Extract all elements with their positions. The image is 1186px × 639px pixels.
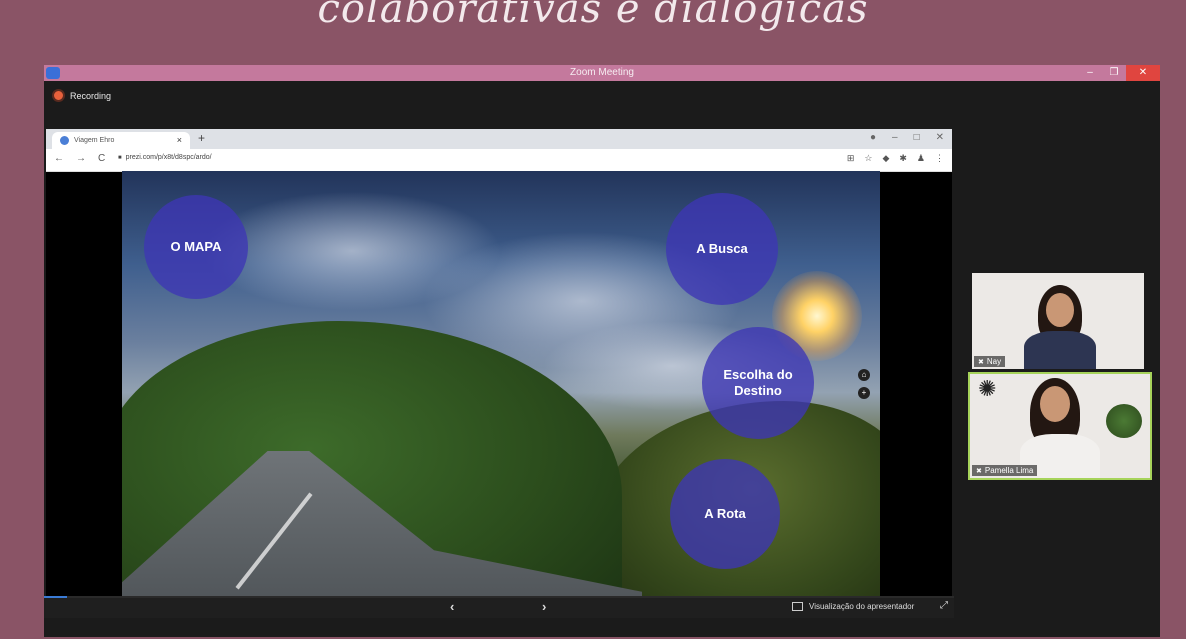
topic-bubble-destino[interactable]: Escolha do Destino bbox=[702, 327, 814, 439]
shared-screen-browser: Viagem Ehro × + ● – □ ✕ ← → C ■ prezi.co… bbox=[46, 129, 952, 599]
monitor-icon bbox=[792, 602, 803, 611]
zoom-window-title: Zoom Meeting bbox=[570, 67, 634, 78]
presentation-progress-fill bbox=[44, 596, 67, 598]
extensions-puzzle-icon[interactable]: ✱ bbox=[899, 153, 907, 164]
close-button[interactable]: ✕ bbox=[1126, 65, 1160, 81]
participant-name: Nay bbox=[986, 357, 1002, 366]
participant-name-label: ✖ Nay bbox=[974, 356, 1006, 367]
plant bbox=[1106, 404, 1142, 438]
profile-avatar-icon[interactable]: ♟ bbox=[917, 153, 925, 164]
prezi-favicon-icon bbox=[60, 136, 69, 145]
prezi-control-bar: ‹ › Visualização do apresentador ⤢ bbox=[44, 596, 954, 618]
maximize-button[interactable]: ❐ bbox=[1102, 65, 1126, 81]
participant-video-pamella[interactable]: ✺ ✖ Pamella Lima bbox=[968, 372, 1152, 480]
url-text: prezi.com/p/x8t/d8spc/ardo/ bbox=[125, 154, 212, 161]
nav-buttons: ← → C bbox=[54, 153, 105, 164]
lock-icon: ■ bbox=[118, 154, 122, 161]
translate-icon[interactable]: ⊞ bbox=[847, 153, 855, 164]
participant-name-label: ✖ Pamella Lima bbox=[972, 465, 1038, 476]
tab-close-icon[interactable]: × bbox=[177, 132, 182, 149]
participant-face bbox=[1046, 293, 1074, 327]
minimize-button[interactable]: – bbox=[1078, 65, 1102, 81]
bookmark-star-icon[interactable]: ☆ bbox=[864, 153, 872, 164]
extension-red-icon[interactable]: ◆ bbox=[882, 153, 889, 164]
participant-body bbox=[1024, 331, 1096, 369]
browser-window-controls: ● – □ ✕ bbox=[870, 132, 944, 143]
browser-profile-icon[interactable]: ● bbox=[870, 132, 876, 143]
tab-title: Viagem Ehro bbox=[74, 137, 115, 144]
recording-label: Recording bbox=[70, 90, 112, 101]
browser-menu-icon[interactable]: ⋮ bbox=[935, 153, 944, 164]
url-field[interactable]: ■ prezi.com/p/x8t/d8spc/ardo/ bbox=[118, 154, 212, 161]
prezi-slide-canvas[interactable]: O MAPA A Busca Escolha do Destino A Rota bbox=[122, 171, 880, 597]
recording-indicator[interactable]: Recording bbox=[52, 89, 111, 102]
window-controls: – ❐ ✕ bbox=[1078, 65, 1160, 81]
fullscreen-icon[interactable]: ⤢ bbox=[940, 600, 948, 611]
zoom-in-icon[interactable]: + bbox=[858, 387, 870, 399]
participant-name: Pamella Lima bbox=[984, 466, 1034, 475]
topic-bubble-busca[interactable]: A Busca bbox=[666, 193, 778, 305]
slide-header-title: colaborativas e dialógicas bbox=[317, 0, 869, 32]
participant-video-nay[interactable]: ✖ Nay bbox=[972, 273, 1144, 369]
mic-muted-icon: ✖ bbox=[976, 467, 982, 475]
recording-dot-icon bbox=[52, 89, 65, 102]
browser-close-button[interactable]: ✕ bbox=[936, 132, 944, 143]
topic-bubble-rota[interactable]: A Rota bbox=[670, 459, 780, 569]
zoom-window: Zoom Meeting – ❐ ✕ Recording Viagem Ehro… bbox=[44, 65, 1160, 637]
wall-ornament: ✺ bbox=[978, 376, 997, 401]
mic-muted-icon: ✖ bbox=[978, 358, 984, 366]
browser-tabstrip: Viagem Ehro × + ● – □ ✕ bbox=[46, 129, 952, 149]
back-button[interactable]: ← bbox=[54, 153, 64, 164]
presenter-view-label: Visualização do apresentador bbox=[809, 602, 915, 611]
forward-button[interactable]: → bbox=[76, 153, 86, 164]
presentation-progress bbox=[44, 596, 954, 598]
next-step-button[interactable]: › bbox=[542, 599, 546, 614]
previous-step-button[interactable]: ‹ bbox=[450, 599, 454, 614]
topic-bubble-mapa[interactable]: O MAPA bbox=[144, 195, 248, 299]
browser-tab[interactable]: Viagem Ehro × bbox=[52, 132, 190, 149]
reload-button[interactable]: C bbox=[98, 153, 105, 164]
zoom-titlebar: Zoom Meeting – ❐ ✕ bbox=[44, 65, 1160, 81]
home-icon[interactable]: ⌂ bbox=[858, 369, 870, 381]
zoom-app-icon bbox=[46, 67, 60, 79]
extension-icons: ⊞ ☆ ◆ ✱ ♟ ⋮ bbox=[847, 153, 944, 164]
presenter-view-button[interactable]: Visualização do apresentador bbox=[792, 602, 914, 611]
participant-face bbox=[1040, 386, 1070, 422]
browser-maximize-button[interactable]: □ bbox=[914, 132, 920, 143]
address-bar: ← → C ■ prezi.com/p/x8t/d8spc/ardo/ ⊞ ☆ … bbox=[46, 149, 952, 172]
browser-minimize-button[interactable]: – bbox=[892, 132, 898, 143]
new-tab-button[interactable]: + bbox=[198, 131, 205, 145]
